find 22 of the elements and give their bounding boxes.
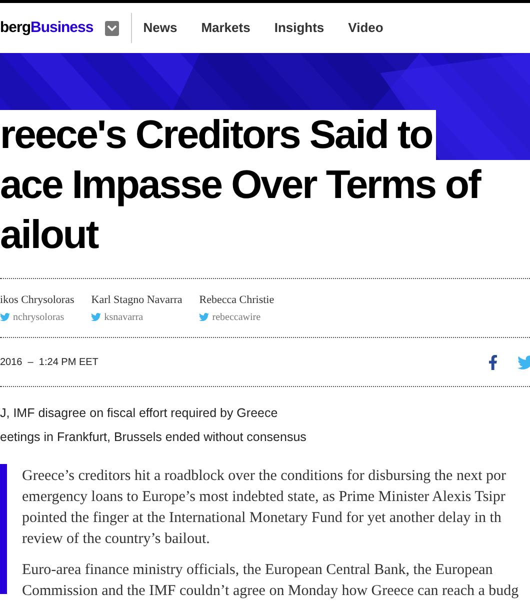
author-name[interactable]: Karl Stagno Navarra — [91, 292, 182, 308]
article-paragraph: Euro-area finance ministry officials, the European Central Bank, the European Commission and the IMF couldn’t agree on Monday how Greece can reach a budg — [22, 561, 519, 601]
twitter-handle[interactable]: nchrysoloras — [13, 310, 64, 324]
nav-link[interactable]: News — [143, 18, 178, 38]
article-paragraph: Greece’s creditors hit a roadblock over the conditions for disbursing the next por emergency loans to Europe’s most indebted state, as Prime Minister Alexis Tsipr pointed the finger at the International Monetary Fund for yet another delay in th review of the country’s bailout. — [22, 467, 508, 549]
nav-link[interactable]: Markets — [201, 18, 250, 38]
nav-link[interactable]: Video — [348, 18, 384, 38]
nav-link[interactable]: Insights — [274, 18, 324, 38]
author-name[interactable]: ikos Chrysoloras — [0, 292, 74, 308]
summary-point: eetings in Frankfurt, Brussels ended without consensus — [0, 430, 308, 445]
twitter-handle[interactable]: rebeccawire — [212, 310, 261, 324]
twitter-icon[interactable] — [91, 312, 102, 322]
logo[interactable]: bergBusiness — [0, 16, 94, 40]
facebook-icon[interactable] — [486, 354, 500, 370]
twitter-icon[interactable] — [199, 312, 210, 322]
summary-point: J, IMF disagree on fiscal effort required by Greece — [0, 406, 279, 421]
publish-date: 2016 – 1:24 PM EET — [0, 356, 98, 370]
author-name[interactable]: Rebecca Christie — [199, 292, 274, 308]
dropdown-icon[interactable] — [105, 20, 120, 36]
twitter-icon[interactable] — [0, 312, 10, 322]
twitter-handle[interactable]: ksnavarra — [104, 310, 144, 324]
twitter-icon[interactable] — [516, 354, 530, 370]
